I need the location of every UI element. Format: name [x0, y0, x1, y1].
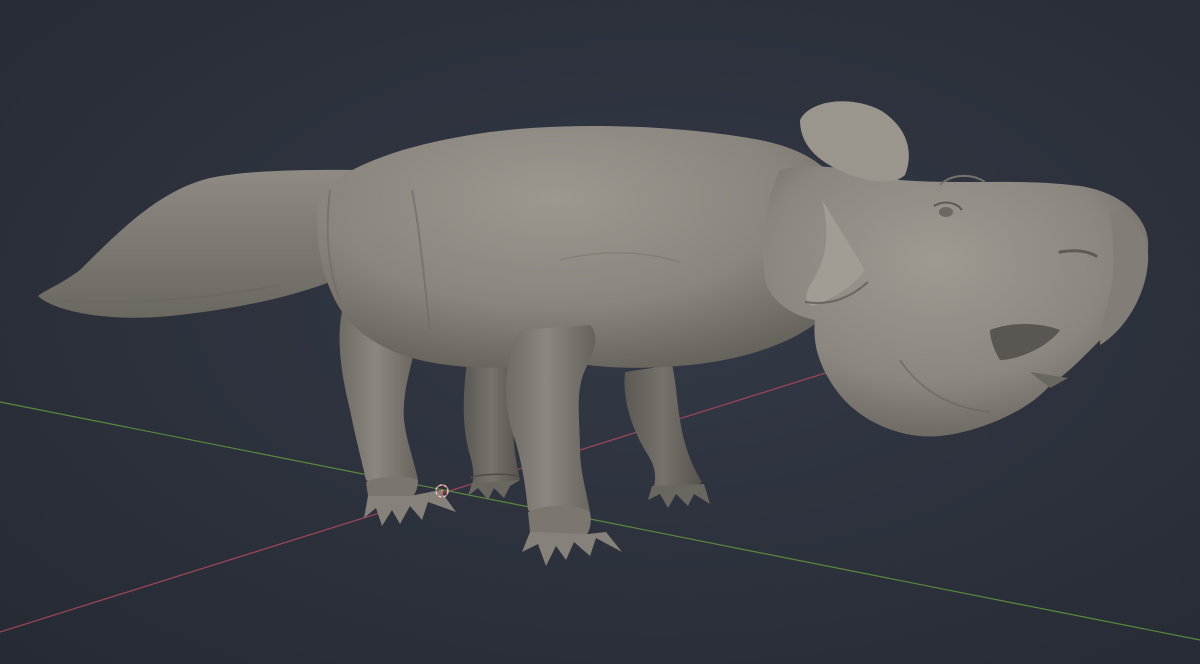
eye	[939, 207, 953, 217]
head	[763, 101, 1149, 437]
dinosaur-model[interactable]	[38, 101, 1149, 566]
y-axis-line	[0, 401, 1200, 641]
viewport-canvas[interactable]	[0, 0, 1200, 664]
3d-viewport[interactable]	[0, 0, 1200, 664]
far-front-leg	[624, 365, 710, 508]
